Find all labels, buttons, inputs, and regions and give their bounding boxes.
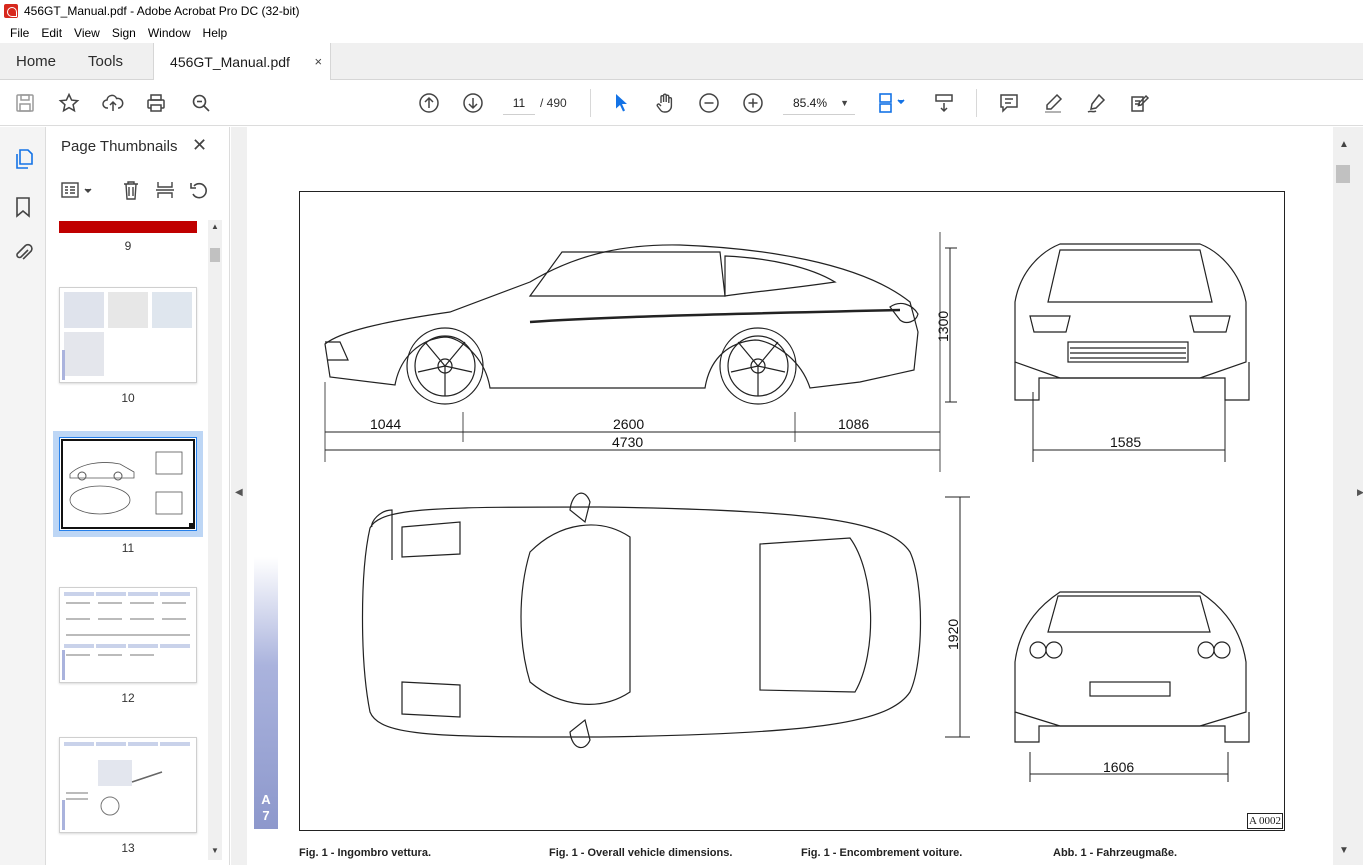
scroll-down-icon[interactable]: ▼ — [1339, 845, 1349, 856]
thumbnail-content — [62, 742, 190, 830]
scroll-down-icon[interactable]: ▼ — [211, 846, 219, 855]
thumbnail-page-number: 12 — [121, 691, 135, 705]
height-dimension: 1300 — [935, 311, 951, 342]
sign-icon[interactable] — [1083, 90, 1109, 116]
toolbar-divider — [976, 89, 977, 117]
page-thumbnail[interactable] — [59, 737, 197, 833]
chevron-left-icon[interactable]: ◀ — [235, 487, 243, 498]
menu-edit[interactable]: Edit — [35, 26, 68, 40]
zoom-level-dropdown[interactable]: 85.4% ▼ — [783, 91, 855, 115]
attachment-icon[interactable] — [11, 241, 35, 265]
close-panel-icon[interactable]: ✕ — [192, 135, 207, 156]
collapse-panel-handle[interactable]: ◀ — [231, 127, 247, 865]
comment-icon[interactable] — [996, 90, 1022, 116]
section-tab-band — [254, 557, 278, 829]
panel-toolbar — [46, 177, 230, 205]
thumbnail-content — [59, 221, 197, 233]
thumbnail-page-number: 10 — [121, 391, 135, 405]
previous-page-icon[interactable] — [416, 90, 442, 116]
print-icon[interactable] — [143, 90, 169, 116]
select-cursor-icon[interactable] — [608, 90, 634, 116]
overall-length-dimension: 4730 — [612, 434, 643, 450]
main-toolbar: 11 / 490 85.4% ▼ — [0, 80, 1363, 126]
tab-tools[interactable]: Tools — [72, 43, 139, 79]
document-scrollbar[interactable]: ▲ ▶ ▼ — [1333, 127, 1363, 865]
tab-document[interactable]: 456GT_Manual.pdf × — [153, 43, 332, 80]
thumbnail-page-number: 9 — [124, 239, 132, 253]
caption-italian: Fig. 1 - Ingombro vettura. — [299, 847, 432, 859]
thumbnail-list[interactable]: 9 10 11 12 13 — [46, 217, 206, 865]
zoom-in-icon[interactable] — [740, 90, 766, 116]
rear-overhang-dimension: 1086 — [838, 416, 869, 432]
menu-view[interactable]: View — [68, 26, 106, 40]
caption-english: Fig. 1 - Overall vehicle dimensions. — [549, 847, 733, 859]
thumbnail-content — [62, 592, 190, 680]
edit-pdf-icon[interactable] — [1127, 90, 1153, 116]
zoom-level-value: 85.4% — [793, 96, 828, 110]
rotate-icon[interactable] — [188, 179, 210, 201]
find-icon[interactable] — [188, 90, 214, 116]
page-thumbnail[interactable] — [59, 587, 197, 683]
front-overhang-dimension: 1044 — [370, 416, 401, 432]
close-tab-icon[interactable]: × — [314, 54, 322, 69]
title-bar: 456GT_Manual.pdf - Adobe Acrobat Pro DC … — [0, 0, 1363, 22]
page-number-input[interactable]: 11 — [503, 91, 535, 115]
star-icon[interactable] — [56, 90, 82, 116]
figure-reference-code: A 0002 — [1247, 813, 1283, 829]
vehicle-dimensions-drawing: 1044 2600 1086 4730 1300 1585 1920 1606 — [324, 232, 1250, 782]
menu-bar: File Edit View Sign Window Help — [0, 22, 1363, 43]
page-total: / 490 — [540, 96, 567, 110]
section-label: A 7 — [261, 792, 271, 823]
thumbnail-content — [61, 439, 195, 529]
thumbnail-page-number: 11 — [121, 541, 135, 555]
page-thumbnail-selected[interactable] — [53, 431, 203, 537]
tab-document-label: 456GT_Manual.pdf — [170, 53, 290, 70]
menu-window[interactable]: Window — [142, 26, 197, 40]
thumbnail-content — [62, 292, 192, 380]
front-track-dimension: 1585 — [1110, 434, 1141, 450]
overall-width-dimension: 1920 — [945, 619, 961, 650]
cloud-upload-icon[interactable] — [100, 90, 126, 116]
delete-icon[interactable] — [120, 179, 142, 201]
toolbar-divider — [590, 89, 591, 117]
scroll-up-icon[interactable]: ▲ — [211, 222, 219, 231]
menu-help[interactable]: Help — [197, 26, 234, 40]
chevron-down-icon: ▼ — [840, 98, 849, 108]
page-thumbnails-panel: Page Thumbnails ✕ 9 10 11 12 13 ▲ ▼ — [46, 127, 230, 865]
chevron-right-icon[interactable]: ▶ — [1357, 487, 1363, 498]
window-title: 456GT_Manual.pdf - Adobe Acrobat Pro DC … — [24, 4, 300, 18]
document-scroll-thumb[interactable] — [1336, 165, 1350, 183]
thumbnail-scrollbar[interactable]: ▲ ▼ — [208, 220, 222, 860]
rear-track-dimension: 1606 — [1103, 759, 1134, 775]
page-thumbnails-icon[interactable] — [11, 147, 35, 171]
tab-bar: Home Tools 456GT_Manual.pdf × — [0, 43, 1363, 80]
thumbnail-page-number: 13 — [121, 841, 135, 855]
menu-sign[interactable]: Sign — [106, 26, 142, 40]
options-menu-icon[interactable] — [60, 179, 96, 201]
thumbnail-scroll-thumb[interactable] — [210, 248, 220, 262]
highlight-pen-icon[interactable] — [1040, 90, 1066, 116]
menu-file[interactable]: File — [4, 26, 35, 40]
zoom-out-icon[interactable] — [696, 90, 722, 116]
acrobat-icon — [4, 4, 18, 18]
scrolling-mode-icon[interactable] — [931, 90, 957, 116]
document-view[interactable]: A 7 1044 2600 1086 4730 1300 1585 1920 1… — [247, 127, 1333, 865]
bookmark-icon[interactable] — [11, 195, 35, 219]
figure-frame: 1044 2600 1086 4730 1300 1585 1920 1606 — [299, 191, 1285, 831]
wheelbase-dimension: 2600 — [613, 416, 644, 432]
page-display-icon[interactable] — [874, 90, 912, 116]
hand-tool-icon[interactable] — [652, 90, 678, 116]
tab-home[interactable]: Home — [0, 43, 72, 79]
navigation-rail — [0, 127, 46, 865]
caption-german: Abb. 1 - Fahrzeugmaße. — [1053, 847, 1178, 859]
panel-title: Page Thumbnails — [61, 138, 178, 155]
caption-french: Fig. 1 - Encombrement voiture. — [801, 847, 963, 859]
page-thumbnail[interactable] — [59, 217, 197, 235]
page-thumbnail[interactable] — [59, 287, 197, 383]
next-page-icon[interactable] — [460, 90, 486, 116]
save-icon[interactable] — [12, 90, 38, 116]
scroll-up-icon[interactable]: ▲ — [1339, 139, 1349, 150]
insert-page-icon[interactable] — [154, 179, 176, 201]
